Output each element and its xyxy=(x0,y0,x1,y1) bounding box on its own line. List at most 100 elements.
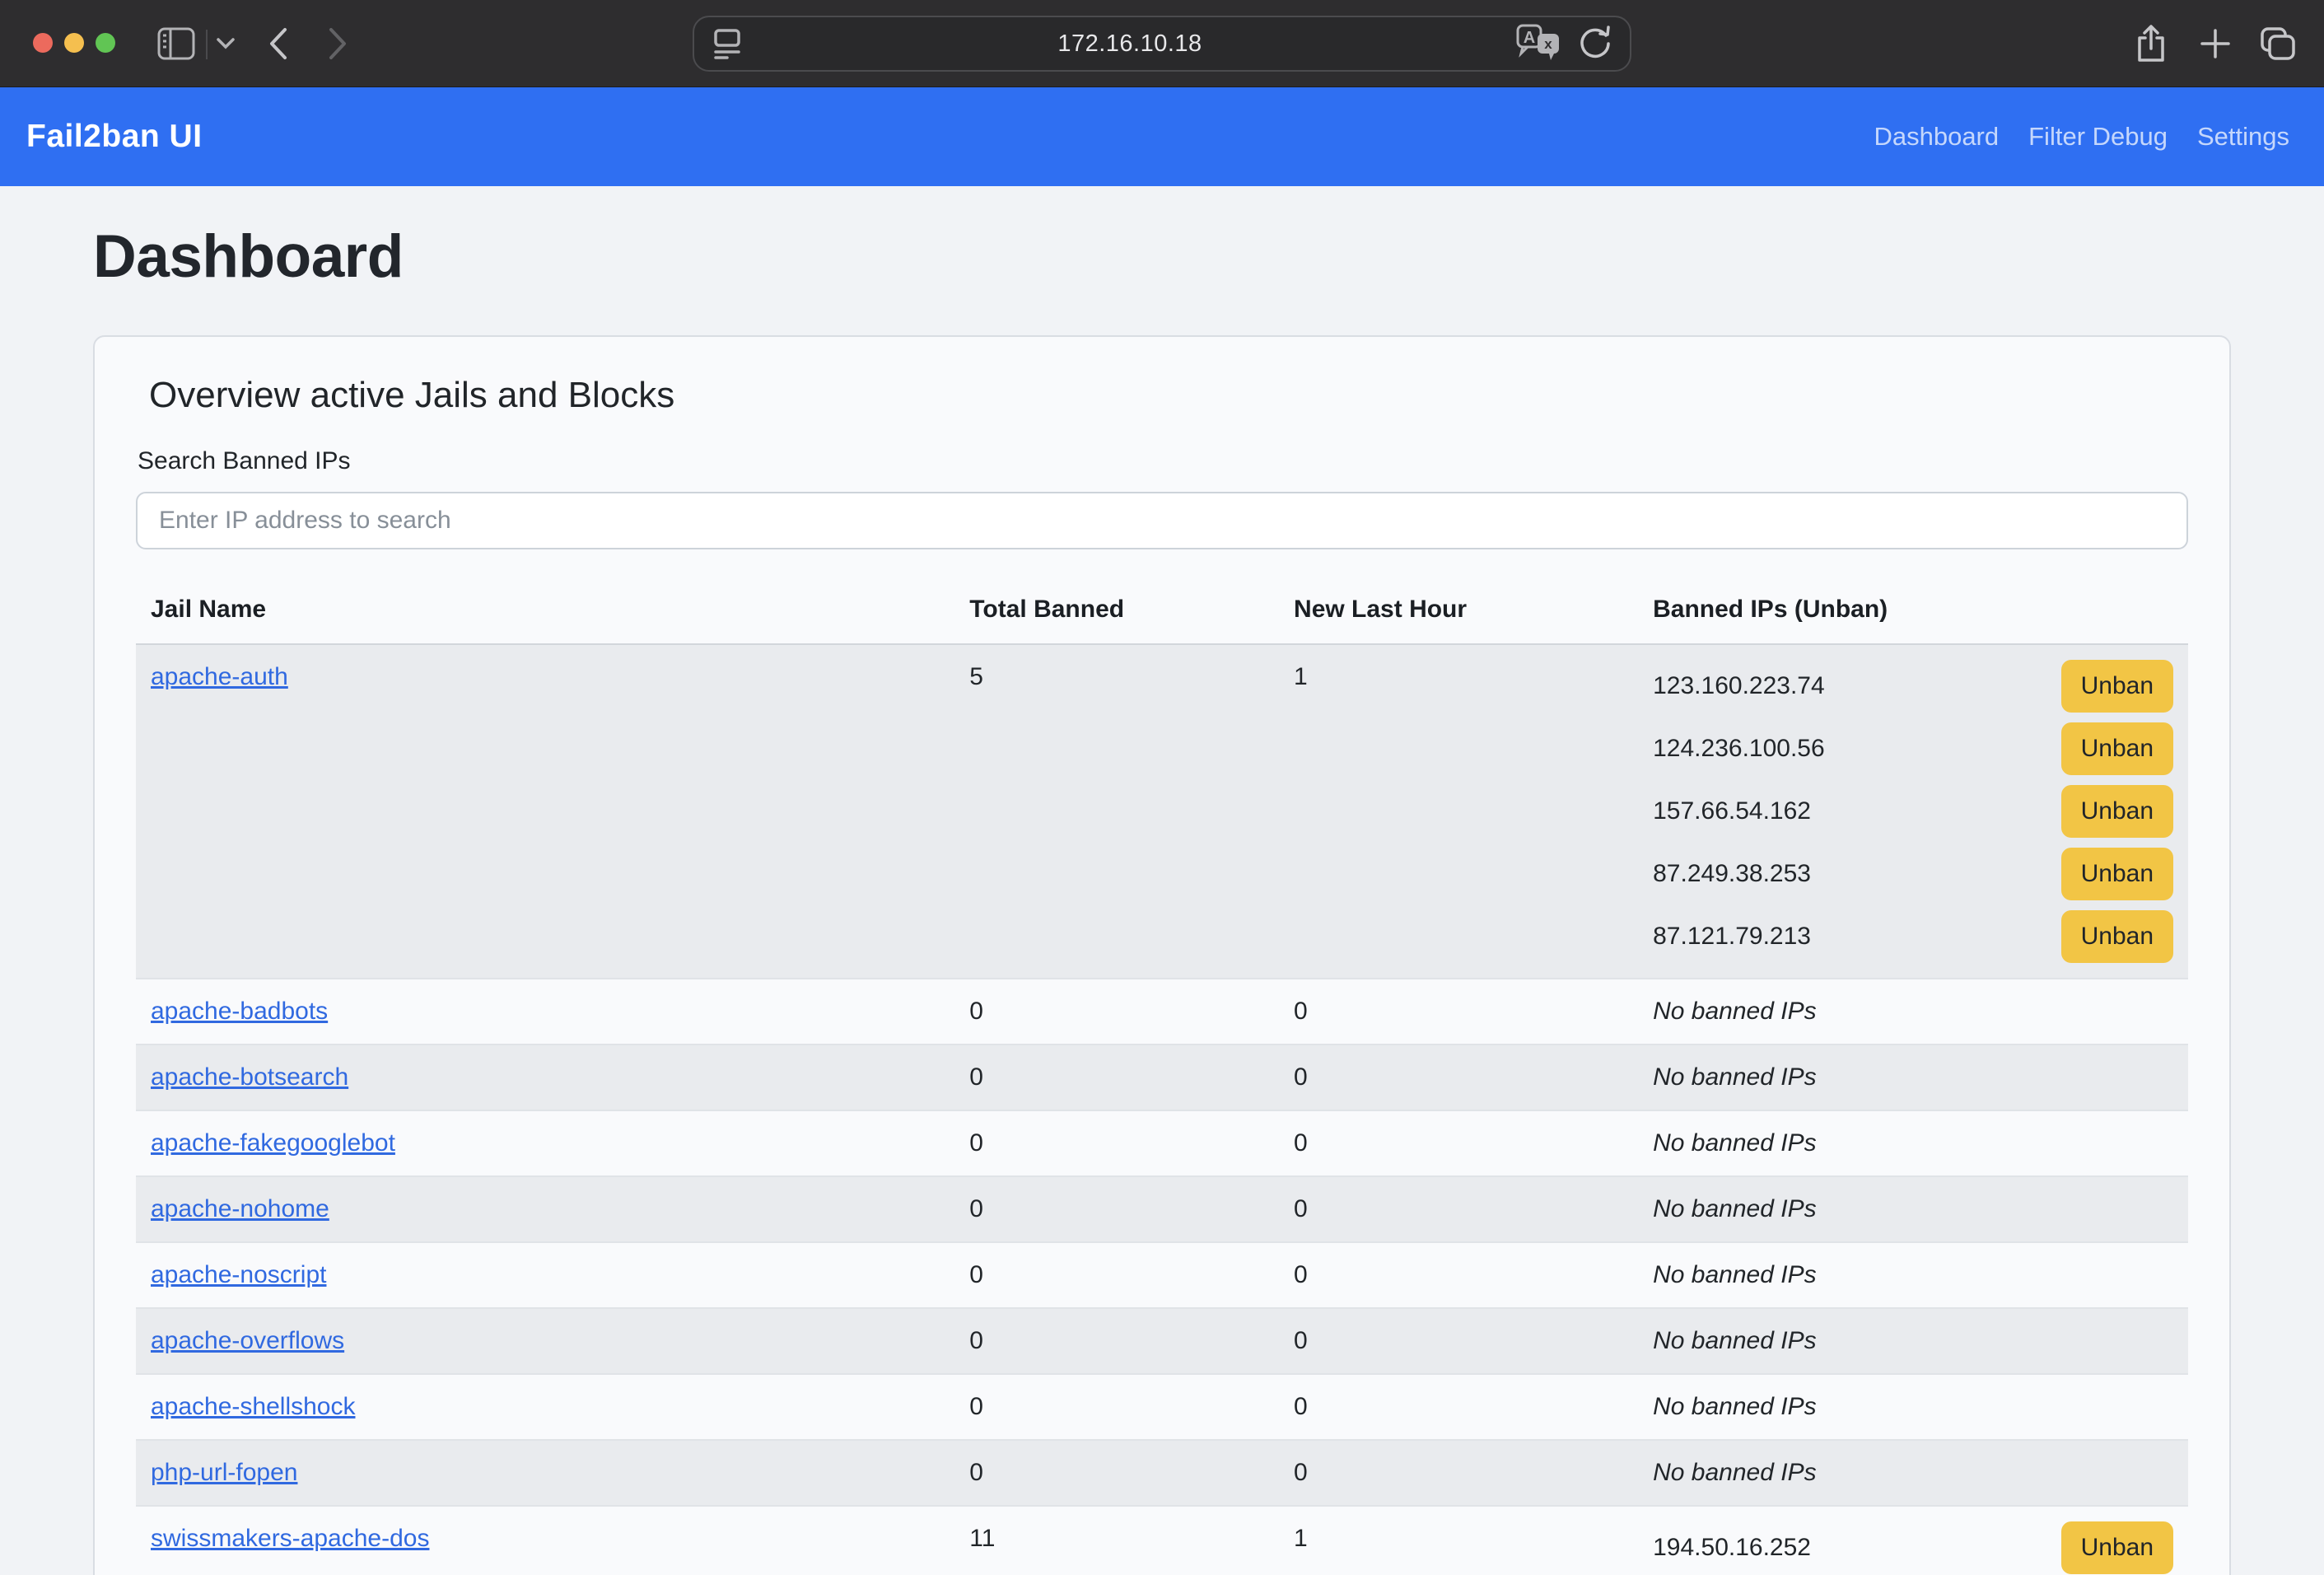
total-banned-cell: 0 xyxy=(954,1374,1279,1440)
unban-button[interactable]: Unban xyxy=(2061,848,2173,900)
banned-ips-cell: No banned IPs xyxy=(1638,979,2188,1045)
forward-icon[interactable] xyxy=(320,0,356,87)
svg-text:A: A xyxy=(1524,29,1535,47)
header-total-banned: Total Banned xyxy=(954,582,1279,644)
table-row: apache-botsearch00No banned IPs xyxy=(136,1045,2188,1110)
share-icon[interactable] xyxy=(2130,0,2172,87)
jail-name-cell: php-url-fopen xyxy=(136,1440,954,1506)
jail-link[interactable]: apache-nohome xyxy=(151,1195,329,1222)
new-last-hour-cell: 0 xyxy=(1279,1308,1638,1374)
table-row: swissmakers-apache-dos111194.50.16.252Un… xyxy=(136,1506,2188,1575)
new-last-hour-cell: 1 xyxy=(1279,644,1638,979)
jail-link[interactable]: swissmakers-apache-dos xyxy=(151,1525,429,1552)
banned-ip-row: 123.160.223.74 Unban xyxy=(1653,658,2173,714)
banned-ip: 123.160.223.74 xyxy=(1653,672,1825,700)
jail-link[interactable]: apache-auth xyxy=(151,663,288,690)
total-banned-cell: 0 xyxy=(954,1308,1279,1374)
no-banned-ips-text: No banned IPs xyxy=(1653,1393,1816,1420)
table-row: apache-fakegooglebot 00 No banned IPs xyxy=(136,1110,2188,1176)
address-bar[interactable]: 172.16.10.18 A x xyxy=(693,16,1631,72)
header-new-last-hour: New Last Hour xyxy=(1279,582,1638,644)
jail-link[interactable]: apache-botsearch xyxy=(151,1063,348,1091)
total-banned-cell: 0 xyxy=(954,1242,1279,1308)
jails-table: Jail Name Total Banned New Last Hour Ban… xyxy=(136,582,2188,1575)
table-row: apache-auth51123.160.223.74Unban124.236.… xyxy=(136,644,2188,979)
brand-link[interactable]: Fail2ban UI xyxy=(26,119,203,155)
nav-item-filter-debug[interactable]: Filter Debug xyxy=(2028,122,2168,152)
jail-name-cell: apache-noscript xyxy=(136,1242,954,1308)
table-row: apache-noscript00No banned IPs xyxy=(136,1242,2188,1308)
nav-links: Dashboard Filter Debug Settings xyxy=(1874,122,2289,152)
zoom-window-icon[interactable] xyxy=(96,33,115,53)
header-banned-ips: Banned IPs (Unban) xyxy=(1638,582,2188,644)
no-banned-ips-text: No banned IPs xyxy=(1653,998,1816,1025)
jails-overview-card: Overview active Jails and Blocks Search … xyxy=(93,335,2231,1575)
jail-link[interactable]: apache-badbots xyxy=(151,998,328,1025)
no-banned-ips-text: No banned IPs xyxy=(1653,1261,1816,1288)
banned-ip-row: 87.121.79.213 Unban xyxy=(1653,909,2173,965)
new-last-hour-cell: 0 xyxy=(1279,1045,1638,1110)
nav-item-settings[interactable]: Settings xyxy=(2197,122,2289,152)
banned-ips-cell: No banned IPs xyxy=(1638,1374,2188,1440)
no-banned-ips-text: No banned IPs xyxy=(1653,1327,1816,1354)
page-reader-icon[interactable] xyxy=(711,26,744,62)
page-title: Dashboard xyxy=(93,222,2231,291)
jail-name-cell: apache-overflows xyxy=(136,1308,954,1374)
tab-overview-icon[interactable] xyxy=(2255,0,2301,87)
new-last-hour-cell: 0 xyxy=(1279,1374,1638,1440)
unban-button[interactable]: Unban xyxy=(2061,785,2173,838)
jail-link[interactable]: apache-fakegooglebot xyxy=(151,1129,395,1157)
jail-link[interactable]: php-url-fopen xyxy=(151,1459,297,1486)
jail-link[interactable]: apache-overflows xyxy=(151,1327,344,1354)
translate-icon[interactable]: A x xyxy=(1516,22,1562,66)
minimize-window-icon[interactable] xyxy=(64,33,84,53)
back-icon[interactable] xyxy=(260,0,296,87)
svg-text:x: x xyxy=(1544,36,1552,52)
banned-ip-row: 124.236.100.56Unban xyxy=(1653,721,2173,777)
banned-ip-row: 87.249.38.253 Unban xyxy=(1653,846,2173,902)
new-last-hour-cell: 0 xyxy=(1279,1110,1638,1176)
jail-link[interactable]: apache-shellshock xyxy=(151,1393,355,1420)
jail-link[interactable]: apache-noscript xyxy=(151,1261,326,1288)
unban-button[interactable]: Unban xyxy=(2061,1521,2173,1574)
unban-button[interactable]: Unban xyxy=(2061,722,2173,775)
banned-ip-row: 157.66.54.162Unban xyxy=(1653,783,2173,839)
nav-item-dashboard[interactable]: Dashboard xyxy=(1874,122,1999,152)
window-controls xyxy=(33,33,115,53)
new-last-hour-cell: 1 xyxy=(1279,1506,1638,1575)
total-banned-cell: 0 xyxy=(954,1440,1279,1506)
banned-ip: 87.249.38.253 xyxy=(1653,860,1811,888)
no-banned-ips-text: No banned IPs xyxy=(1653,1459,1816,1486)
no-banned-ips-text: No banned IPs xyxy=(1653,1129,1816,1157)
reload-icon[interactable] xyxy=(1577,24,1613,64)
no-banned-ips-text: No banned IPs xyxy=(1653,1063,1816,1091)
banned-ips-cell: 194.50.16.252UnbanUnban xyxy=(1638,1506,2188,1575)
table-header-row: Jail Name Total Banned New Last Hour Ban… xyxy=(136,582,2188,644)
new-tab-icon[interactable] xyxy=(2194,0,2237,87)
unban-button[interactable]: Unban xyxy=(2061,660,2173,713)
banned-ip: 87.121.79.213 xyxy=(1653,923,1811,951)
new-last-hour-cell: 0 xyxy=(1279,1440,1638,1506)
jail-name-cell: apache-botsearch xyxy=(136,1045,954,1110)
total-banned-cell: 0 xyxy=(954,1176,1279,1242)
banned-ips-cell: No banned IPs xyxy=(1638,1176,2188,1242)
jail-name-cell: swissmakers-apache-dos xyxy=(136,1506,954,1575)
page-content: Dashboard Overview active Jails and Bloc… xyxy=(0,222,2324,1575)
url-text[interactable]: 172.16.10.18 xyxy=(744,30,1516,58)
header-jail-name: Jail Name xyxy=(136,582,954,644)
sidebar-toggle-icon[interactable] xyxy=(153,0,199,87)
total-banned-cell: 0 xyxy=(954,1110,1279,1176)
browser-chrome: 172.16.10.18 A x xyxy=(0,0,2324,87)
app-navbar: Fail2ban UI Dashboard Filter Debug Setti… xyxy=(0,87,2324,186)
jail-name-cell: apache-badbots xyxy=(136,979,954,1045)
table-row: apache-overflows 00 No banned IPs xyxy=(136,1308,2188,1374)
table-row: apache-shellshock 00 No banned IPs xyxy=(136,1374,2188,1440)
banned-ips-cell: No banned IPs xyxy=(1638,1242,2188,1308)
chevron-down-icon[interactable] xyxy=(211,0,240,87)
total-banned-cell: 5 xyxy=(954,644,1279,979)
no-banned-ips-text: No banned IPs xyxy=(1653,1195,1816,1222)
jails-table-body: apache-auth51123.160.223.74Unban124.236.… xyxy=(136,644,2188,1575)
unban-button[interactable]: Unban xyxy=(2061,910,2173,963)
close-window-icon[interactable] xyxy=(33,33,53,53)
search-input[interactable] xyxy=(136,492,2188,549)
